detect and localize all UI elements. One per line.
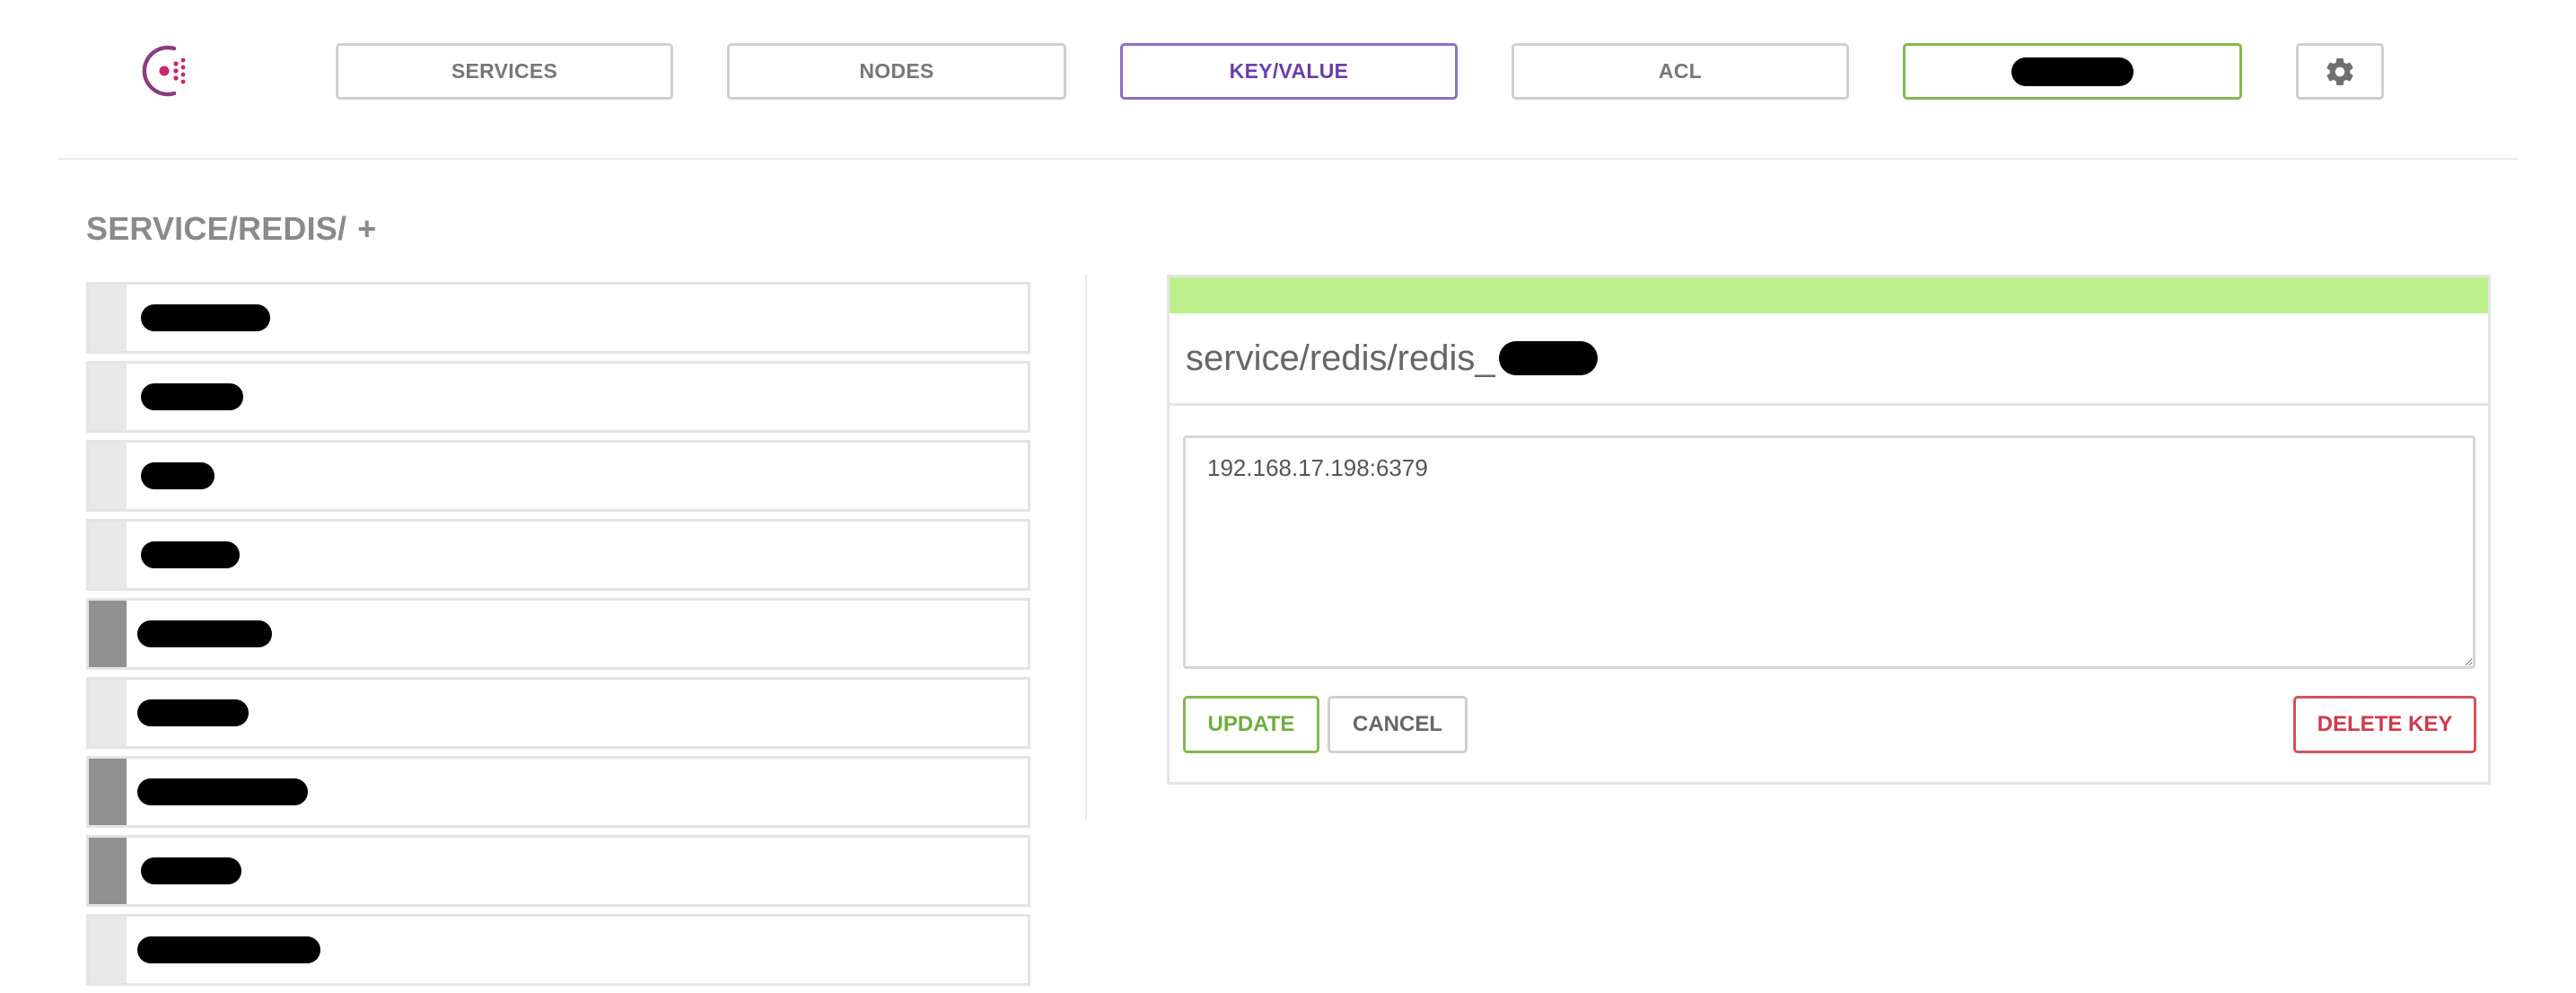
key-value-textarea[interactable]: 192.168.17.198:6379	[1183, 435, 2475, 669]
redacted-key-name	[141, 857, 241, 884]
redacted-key-name	[137, 699, 249, 726]
datacenter-button[interactable]	[1903, 43, 2242, 100]
folder-list-item[interactable]	[86, 835, 1030, 907]
key-list-item[interactable]	[86, 914, 1030, 986]
add-key-link[interactable]: +	[357, 210, 376, 247]
key-type-bar	[89, 917, 127, 983]
redacted-key-name	[137, 620, 272, 647]
nav-key-value-button[interactable]: KEY/VALUE	[1120, 43, 1458, 100]
redacted-key-suffix	[1498, 341, 1598, 375]
folder-list-item[interactable]	[86, 756, 1030, 828]
key-path-text: service/redis/redis_	[1186, 338, 1495, 378]
key-type-bar	[89, 364, 127, 430]
status-bar	[1170, 277, 2488, 313]
key-list-item[interactable]	[86, 519, 1030, 591]
key-type-bar	[89, 680, 127, 746]
redacted-key-name	[141, 383, 243, 410]
key-type-bar	[89, 285, 127, 351]
key-list-item[interactable]	[86, 361, 1030, 433]
update-button[interactable]: UPDATE	[1183, 696, 1319, 753]
header-divider	[57, 158, 2519, 160]
consul-logo-icon[interactable]	[138, 41, 197, 101]
folder-type-bar	[89, 838, 127, 904]
key-list-item[interactable]	[86, 282, 1030, 354]
redacted-datacenter-name	[2011, 57, 2134, 86]
folder-type-bar	[89, 759, 127, 825]
key-type-bar	[89, 443, 127, 509]
nav-nodes-button[interactable]: NODES	[727, 43, 1066, 100]
column-divider	[1085, 275, 1087, 821]
key-type-bar	[89, 522, 127, 588]
key-list	[86, 282, 1030, 993]
redacted-key-name	[141, 462, 215, 489]
breadcrumb: SERVICE/REDIS/ +	[86, 210, 376, 248]
delete-key-button[interactable]: DELETE KEY	[2293, 696, 2476, 753]
settings-button[interactable]	[2296, 43, 2384, 100]
redacted-key-name	[137, 778, 308, 805]
folder-type-bar	[89, 601, 127, 667]
key-list-item[interactable]	[86, 440, 1030, 512]
redacted-key-name	[141, 541, 240, 568]
breadcrumb-path-link[interactable]: SERVICE/REDIS/	[86, 210, 346, 247]
redacted-key-name	[137, 936, 320, 963]
redacted-key-name	[141, 304, 270, 331]
key-edit-panel: service/redis/redis_ 192.168.17.198:6379…	[1167, 275, 2491, 785]
gear-icon	[2326, 57, 2353, 85]
cancel-button[interactable]: CANCEL	[1327, 696, 1468, 753]
nav-services-button[interactable]: SERVICES	[336, 43, 673, 100]
folder-list-item[interactable]	[86, 598, 1030, 670]
key-list-item[interactable]	[86, 677, 1030, 749]
key-title: service/redis/redis_	[1170, 313, 2488, 406]
nav-acl-button[interactable]: ACL	[1511, 43, 1849, 100]
